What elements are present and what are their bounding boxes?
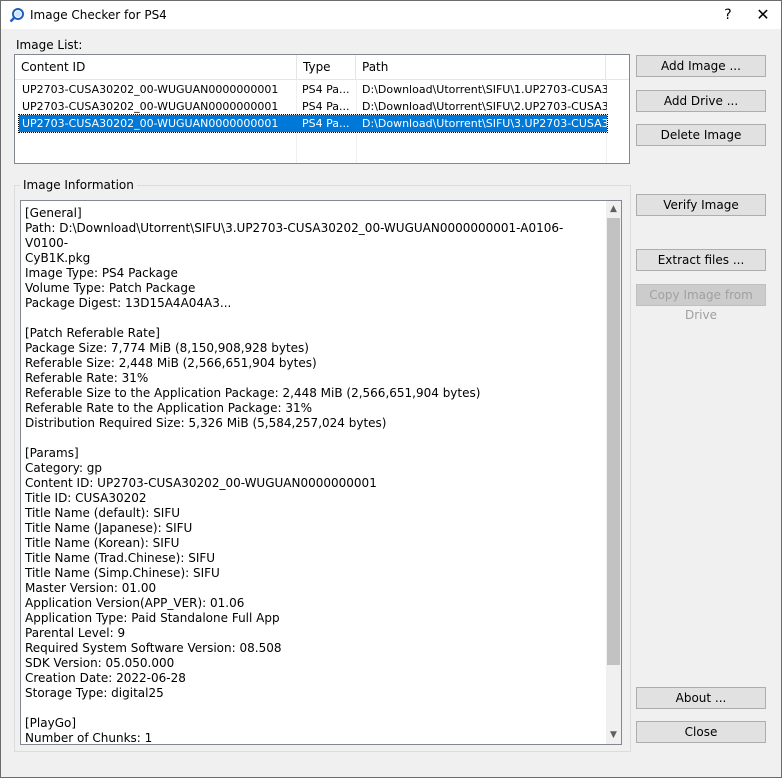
delete-image-button[interactable]: Delete Image (636, 124, 766, 146)
content-id-cell: UP2703-CUSA30202_00-WUGUAN0000000001 (22, 117, 279, 130)
type-cell: PS4 Pa... (302, 100, 350, 113)
vertical-scrollbar[interactable]: ▲ ▼ (606, 201, 621, 744)
about-button[interactable]: About ... (636, 687, 766, 709)
add-image-button[interactable]: Add Image ... (636, 55, 766, 77)
path-cell: D:\Download\Utorrent\SIFU\1.UP2703-CUSA3… (362, 83, 607, 96)
column-header-type[interactable]: Type (297, 55, 356, 79)
column-header-content-id[interactable]: Content ID (15, 55, 297, 79)
table-row-selected[interactable]: UP2703-CUSA30202_00-WUGUAN0000000001 PS4… (18, 114, 608, 133)
copy-image-from-drive-button[interactable]: Copy Image from Drive (636, 284, 766, 322)
type-cell: PS4 Pa... (302, 117, 350, 130)
extract-files-button[interactable]: Extract files ... (636, 249, 766, 271)
content-id-cell: UP2703-CUSA30202_00-WUGUAN0000000001 (22, 100, 279, 113)
close-button[interactable]: Close (636, 721, 766, 743)
main-window: Image Checker for PS4 ? ✕ Image List: Co… (0, 0, 782, 778)
add-drive-button[interactable]: Add Drive ... (636, 90, 766, 112)
scrollbar-thumb[interactable] (607, 218, 620, 665)
path-cell: D:\Download\Utorrent\SIFU\3.UP2703-CUSA3… (362, 117, 607, 130)
title-bar[interactable]: Image Checker for PS4 ? ✕ (1, 1, 781, 29)
content-id-cell: UP2703-CUSA30202_00-WUGUAN0000000001 (22, 83, 279, 96)
scroll-down-arrow-icon[interactable]: ▼ (606, 728, 621, 743)
help-button[interactable]: ? (717, 5, 739, 25)
image-information-label: Image Information (20, 178, 137, 192)
window-title: Image Checker for PS4 (30, 8, 167, 22)
path-cell: D:\Download\Utorrent\SIFU\2.UP2703-CUSA3… (362, 100, 607, 113)
column-header-path[interactable]: Path (356, 55, 606, 79)
image-information-text: [General] Path: D:\Download\Utorrent\SIF… (25, 206, 564, 745)
table-row[interactable]: UP2703-CUSA30202_00-WUGUAN0000000001 PS4… (19, 81, 607, 98)
window-close-button[interactable]: ✕ (749, 4, 777, 26)
table-row[interactable]: UP2703-CUSA30202_00-WUGUAN0000000001 PS4… (19, 98, 607, 115)
image-list[interactable]: Content ID Type Path UP2703-CUSA30202_00… (14, 54, 630, 164)
image-list-header: Content ID Type Path (15, 55, 629, 80)
scroll-up-arrow-icon[interactable]: ▲ (606, 202, 621, 217)
image-list-label: Image List: (16, 38, 83, 52)
app-icon (9, 8, 24, 23)
verify-image-button[interactable]: Verify Image (636, 194, 766, 216)
image-information-textbox[interactable]: [General] Path: D:\Download\Utorrent\SIF… (20, 200, 622, 745)
type-cell: PS4 Pa... (302, 83, 350, 96)
